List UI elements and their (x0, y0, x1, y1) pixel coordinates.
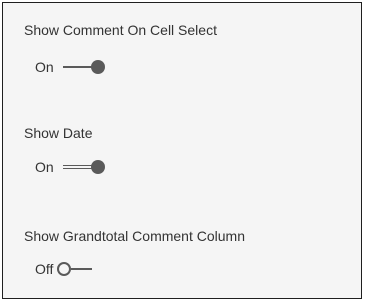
toggle-state-label: On (35, 159, 54, 175)
toggle-switch[interactable] (57, 261, 101, 277)
toggle-track (63, 165, 93, 169)
setting-label: Show Comment On Cell Select (24, 22, 217, 38)
settings-panel: Show Comment On Cell Select On Show Date… (2, 2, 362, 299)
setting-label: Show Date (24, 125, 93, 141)
toggle-knob (91, 60, 105, 74)
toggle-track (63, 66, 93, 68)
toggle-show-date[interactable]: On (35, 156, 107, 178)
toggle-knob (91, 160, 105, 174)
toggle-switch[interactable] (63, 59, 107, 75)
toggle-state-label: On (35, 59, 54, 75)
toggle-state-label: Off (35, 261, 54, 277)
toggle-show-grandtotal-comment-column[interactable]: Off (35, 258, 101, 280)
toggle-knob (57, 262, 71, 276)
toggle-show-comment-on-cell-select[interactable]: On (35, 56, 107, 78)
toggle-switch[interactable] (63, 159, 107, 175)
setting-label: Show Grandtotal Comment Column (24, 228, 245, 244)
toggle-track (71, 268, 92, 270)
